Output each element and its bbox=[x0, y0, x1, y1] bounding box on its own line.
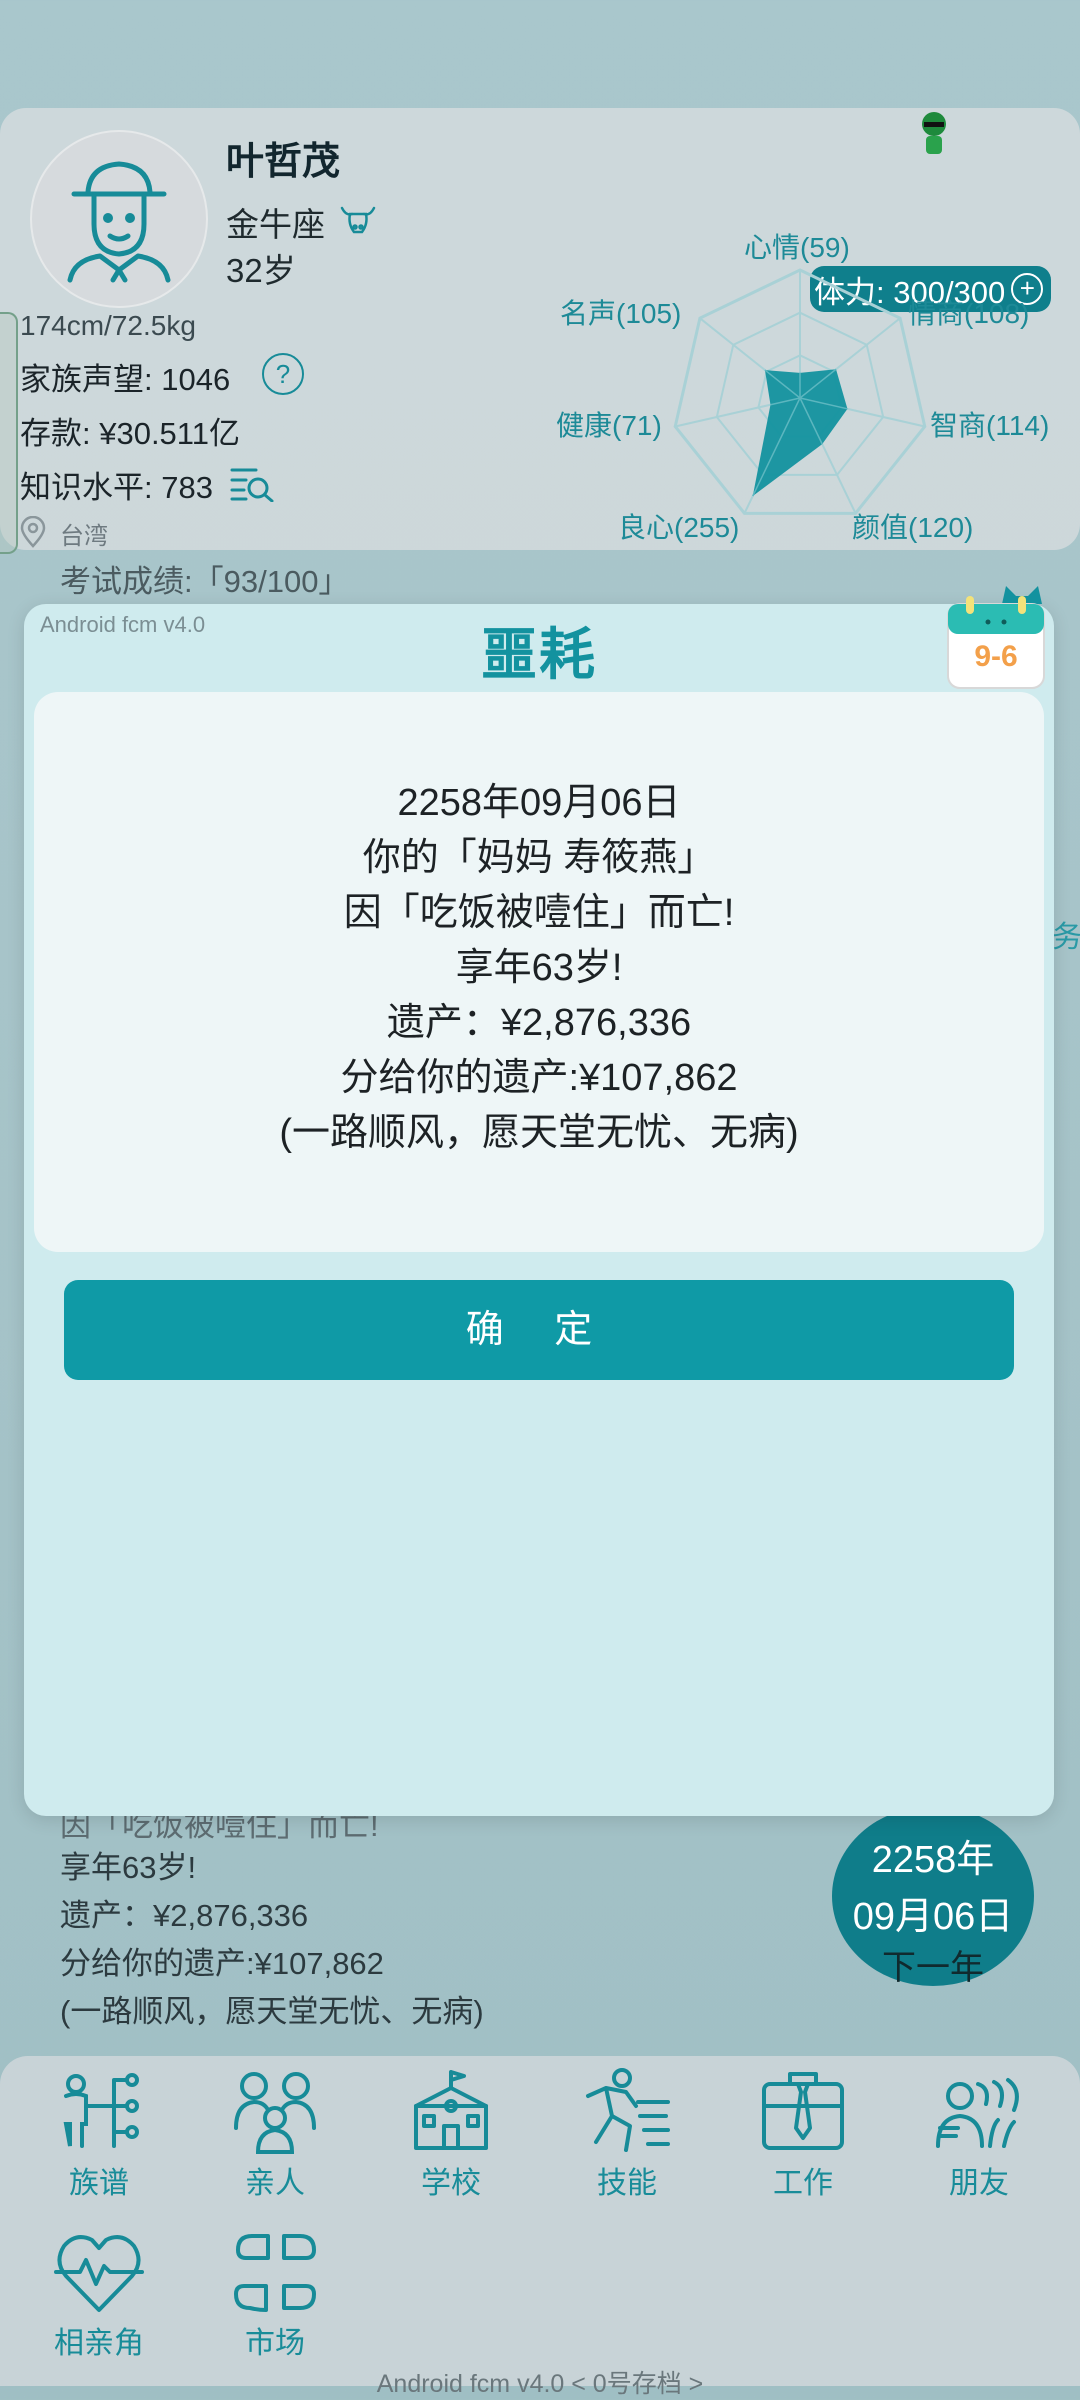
date-year: 2258年 bbox=[871, 1839, 995, 1881]
nav-label: 亲人 bbox=[245, 2167, 305, 2200]
nav-label: 学校 bbox=[421, 2167, 481, 2200]
radar-label-iq: 智商(114) bbox=[930, 410, 1050, 441]
nav-dating[interactable]: 相亲角 bbox=[24, 2226, 174, 2362]
calendar-icon: 9-6 bbox=[944, 582, 1054, 694]
radar-label-eq: 情商(108) bbox=[908, 298, 1030, 329]
date-day: 09月06日 bbox=[852, 1896, 1014, 1938]
nav-skills[interactable]: 技能 bbox=[552, 2066, 702, 2202]
nav-market[interactable]: 市场 bbox=[200, 2226, 350, 2362]
radar-label-conscience: 良心(255) bbox=[618, 512, 740, 543]
nav-label: 工作 bbox=[773, 2167, 833, 2200]
market-icon bbox=[234, 2234, 316, 2312]
message-line: 遗产：¥2,876,336 bbox=[386, 1002, 692, 1044]
message-line: 分给你的遗产:¥107,862 bbox=[340, 1057, 738, 1099]
nav-school[interactable]: 学校 bbox=[376, 2066, 526, 2202]
side-drawer-handle[interactable] bbox=[0, 312, 18, 554]
dialog-message-box: 2258年09月06日 你的「妈妈 寿筱燕」 因「吃饭被噎住」而亡! 享年63岁… bbox=[34, 692, 1044, 1252]
location-label: 台湾 bbox=[60, 523, 108, 550]
log-line: 遗产：¥2,876,336 bbox=[60, 1898, 309, 1933]
footer-version-save[interactable]: Android fcm v4.0 < 0号存档 > bbox=[0, 2364, 1080, 2400]
nav-work[interactable]: 工作 bbox=[728, 2066, 878, 2202]
friends-icon bbox=[936, 2078, 1019, 2148]
log-line: (一路顺风，愿天堂无忧、无病) bbox=[60, 1994, 484, 2029]
dating-icon bbox=[54, 2235, 144, 2312]
search-list-icon[interactable] bbox=[230, 466, 276, 502]
log-line: 享年63岁! bbox=[60, 1850, 197, 1885]
calendar-cat-icon bbox=[947, 586, 1045, 689]
bull-icon bbox=[340, 206, 376, 234]
nav-family-tree[interactable]: 族谱 bbox=[24, 2066, 174, 2202]
bad-news-dialog: Android fcm v4.0 噩耗 9-6 2258年09月06日 你的「妈… bbox=[24, 586, 1054, 1816]
exam-score: 考试成绩:「93/100」 bbox=[60, 564, 350, 599]
radar-label-looks: 颜值(120) bbox=[852, 512, 974, 543]
next-year-label: 下一年 bbox=[882, 1949, 984, 1987]
knowledge-level: 知识水平: 783 bbox=[20, 470, 213, 505]
location-pin-icon bbox=[20, 516, 46, 548]
calendar-date: 9-6 bbox=[974, 640, 1018, 673]
log-line: 分给你的遗产:¥107,862 bbox=[60, 1946, 384, 1981]
savings: 存款: ¥30.511亿 bbox=[20, 416, 240, 451]
character-age: 32岁 bbox=[226, 252, 296, 289]
character-name: 叶哲茂 bbox=[226, 141, 341, 183]
side-glyph: 务 bbox=[1052, 921, 1080, 954]
radar-label-fame: 名声(105) bbox=[560, 298, 682, 329]
nav-label: 市场 bbox=[245, 2327, 305, 2360]
message-line: 因「吃饭被噎住」而亡! bbox=[343, 892, 735, 934]
message-line: (一路顺风，愿天堂无忧、无病) bbox=[279, 1112, 799, 1154]
relatives-icon bbox=[234, 2072, 316, 2154]
dialog-message: 2258年09月06日 你的「妈妈 寿筱燕」 因「吃饭被噎住」而亡! 享年63岁… bbox=[34, 776, 1044, 1161]
work-icon bbox=[762, 2072, 844, 2150]
nav-friends[interactable]: 朋友 bbox=[904, 2066, 1054, 2202]
help-icon[interactable]: ? bbox=[262, 353, 304, 395]
nav-label: 技能 bbox=[597, 2167, 657, 2200]
dialog-title: 噩耗 bbox=[481, 623, 597, 686]
message-line: 你的「妈妈 寿筱燕」 bbox=[362, 837, 716, 879]
next-year-button[interactable]: 2258年 09月06日 下一年 bbox=[832, 1806, 1034, 1987]
zodiac-sign: 金牛座 bbox=[226, 206, 325, 243]
mascot-icon[interactable] bbox=[914, 110, 954, 158]
family-tree-icon bbox=[63, 2073, 139, 2148]
school-icon bbox=[414, 2070, 488, 2150]
family-reputation: 家族声望: 1046 bbox=[20, 362, 231, 397]
bottom-nav-panel: 族谱 亲人 学校 技能 工作 朋友 相亲角 市场 bbox=[0, 2056, 1080, 2386]
profile-card: 叶哲茂 金牛座 32岁 174cm/72.5kg 家族声望: 1046 ? 存款… bbox=[0, 108, 1080, 550]
confirm-button[interactable]: 确 定 bbox=[64, 1280, 1014, 1380]
nav-label: 相亲角 bbox=[54, 2327, 144, 2360]
nav-label: 族谱 bbox=[69, 2167, 129, 2200]
height-weight: 174cm/72.5kg bbox=[20, 310, 196, 341]
message-line: 享年63岁! bbox=[455, 947, 623, 989]
radar-label-mood: 心情(59) bbox=[744, 232, 850, 263]
radar-label-health: 健康(71) bbox=[556, 410, 662, 441]
attribute-radar-chart bbox=[673, 268, 927, 515]
message-line: 2258年09月06日 bbox=[397, 782, 681, 824]
avatar-person-icon bbox=[67, 161, 171, 283]
skills-icon bbox=[586, 2068, 670, 2152]
nav-label: 朋友 bbox=[949, 2167, 1009, 2200]
nav-relatives[interactable]: 亲人 bbox=[200, 2066, 350, 2202]
avatar[interactable] bbox=[30, 130, 208, 308]
